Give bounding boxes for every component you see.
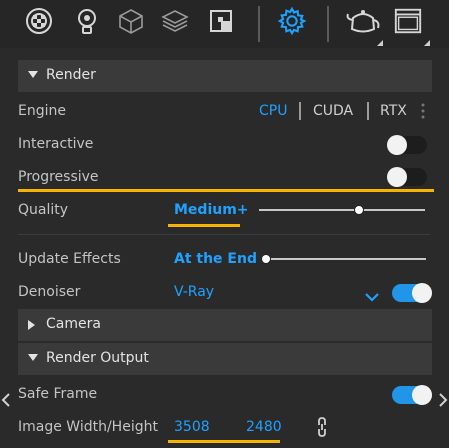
lightbulb-icon[interactable] <box>72 6 102 36</box>
toolbar <box>0 0 449 48</box>
cube-icon[interactable] <box>116 6 146 36</box>
chevron-left-icon[interactable] <box>1 392 11 407</box>
progressive-label: Progressive <box>18 169 99 185</box>
collapsed-triangle-icon <box>28 320 35 330</box>
highlight-underline <box>168 440 280 443</box>
denoiser-label: Denoiser <box>18 284 81 300</box>
settings-icon[interactable] <box>277 6 307 36</box>
toolbar-separator <box>258 6 260 42</box>
dropdown-corner-icon <box>377 40 383 46</box>
toggle-knob <box>387 135 407 155</box>
engine-option-rtx[interactable]: RTX <box>380 103 407 119</box>
denoiser-select[interactable]: V-Ray <box>174 284 214 300</box>
update-effects-slider-knob[interactable] <box>261 254 271 264</box>
render-output-section-header[interactable]: Render Output <box>18 343 432 375</box>
camera-section-header[interactable]: Camera <box>18 309 432 341</box>
safe-frame-label: Safe Frame <box>18 386 98 402</box>
image-width-input[interactable]: 3508 <box>174 419 210 435</box>
engine-option-cuda[interactable]: CUDA <box>313 103 353 119</box>
denoiser-toggle[interactable] <box>392 283 432 303</box>
toggle-knob <box>412 385 432 405</box>
toggle-knob <box>412 283 432 303</box>
safe-frame-toggle[interactable] <box>392 385 432 405</box>
quality-slider-knob[interactable] <box>353 205 364 215</box>
dropdown-corner-icon <box>424 40 430 46</box>
engine-option-cpu[interactable]: CPU <box>259 103 287 119</box>
quality-value[interactable]: Medium+ <box>174 202 249 218</box>
update-effects-value[interactable]: At the End <box>174 251 257 267</box>
interactive-label: Interactive <box>18 136 94 152</box>
frame-buffer-icon[interactable] <box>393 6 423 36</box>
layers-icon[interactable] <box>160 6 190 36</box>
section-title: Render Output <box>46 350 149 366</box>
image-height-input[interactable]: 2480 <box>246 419 282 435</box>
interactive-toggle[interactable] <box>387 135 427 155</box>
divider <box>18 234 430 235</box>
section-title: Render <box>46 67 96 83</box>
toggle-knob <box>387 167 407 187</box>
asset-library-icon[interactable] <box>24 6 54 36</box>
toolbar-separator <box>327 6 329 42</box>
quality-slider-track[interactable] <box>259 209 425 211</box>
engine-label: Engine <box>18 103 66 119</box>
expanded-triangle-icon <box>28 71 38 78</box>
chevron-down-icon[interactable] <box>365 287 379 302</box>
more-options-icon[interactable] <box>421 103 425 119</box>
progressive-toggle[interactable] <box>387 167 427 187</box>
texture-icon[interactable] <box>206 6 236 36</box>
link-icon[interactable] <box>316 417 328 437</box>
highlight-underline <box>18 189 434 192</box>
highlight-underline <box>168 224 240 227</box>
chevron-right-icon[interactable] <box>438 392 448 407</box>
expanded-triangle-icon <box>28 354 38 361</box>
segment-divider <box>299 102 301 120</box>
segment-divider <box>367 102 369 120</box>
update-effects-slider-track[interactable] <box>262 258 426 260</box>
render-section-header[interactable]: Render <box>18 60 432 92</box>
update-effects-label: Update Effects <box>18 251 121 267</box>
image-width-height-label: Image Width/Height <box>18 419 158 435</box>
teapot-icon[interactable] <box>344 6 382 36</box>
section-title: Camera <box>46 316 101 332</box>
quality-label: Quality <box>18 202 69 218</box>
